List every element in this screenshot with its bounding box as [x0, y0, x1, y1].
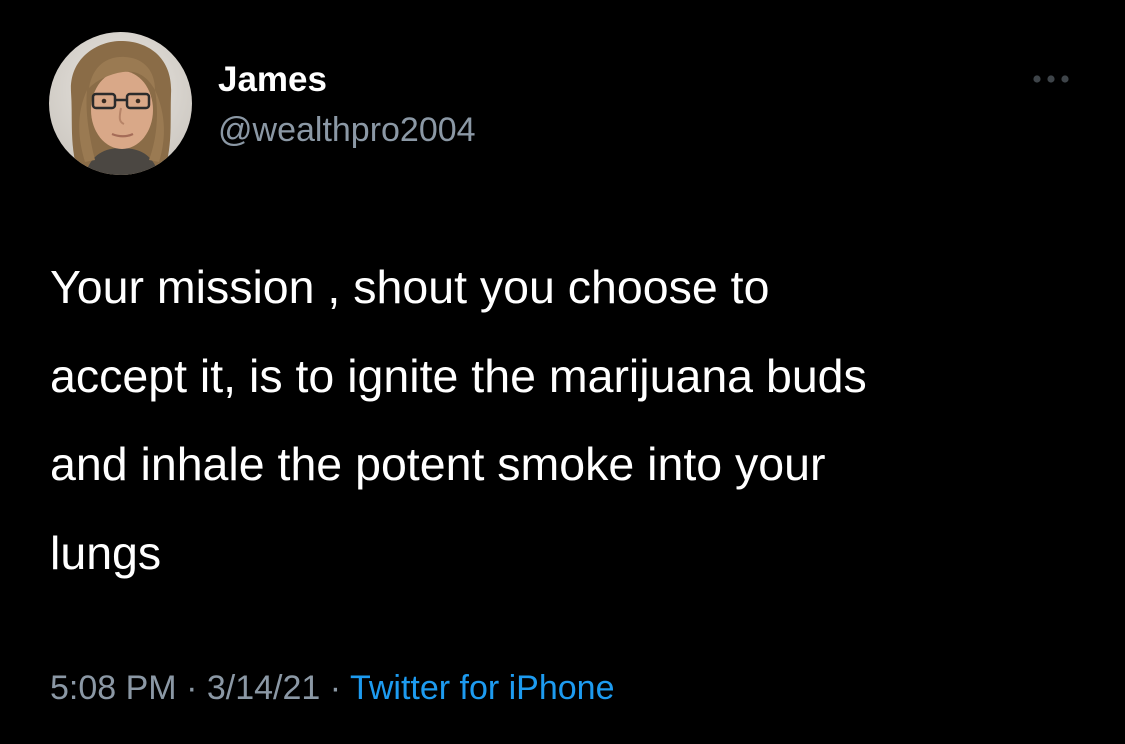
meta-separator: · [186, 669, 198, 707]
author-handle[interactable]: @wealthpro2004 [218, 110, 476, 150]
meta-separator: · [329, 669, 342, 707]
avatar[interactable] [49, 32, 192, 175]
more-options-icon[interactable] [1026, 64, 1076, 94]
profile-photo-icon [49, 32, 192, 175]
tweet-card: James @wealthpro2004 Your mission , shou… [0, 0, 1125, 744]
tweet-time: 5:08 PM [50, 669, 177, 707]
tweet-metadata: 5:08 PM · 3/14/21 · Twitter for iPhone [50, 666, 615, 710]
author-name[interactable]: James [218, 60, 327, 100]
tweet-source-link[interactable]: Twitter for iPhone [350, 669, 615, 707]
tweet-date: 3/14/21 [206, 669, 321, 707]
tweet-text: Your mission , shout you choose to accep… [50, 261, 867, 579]
